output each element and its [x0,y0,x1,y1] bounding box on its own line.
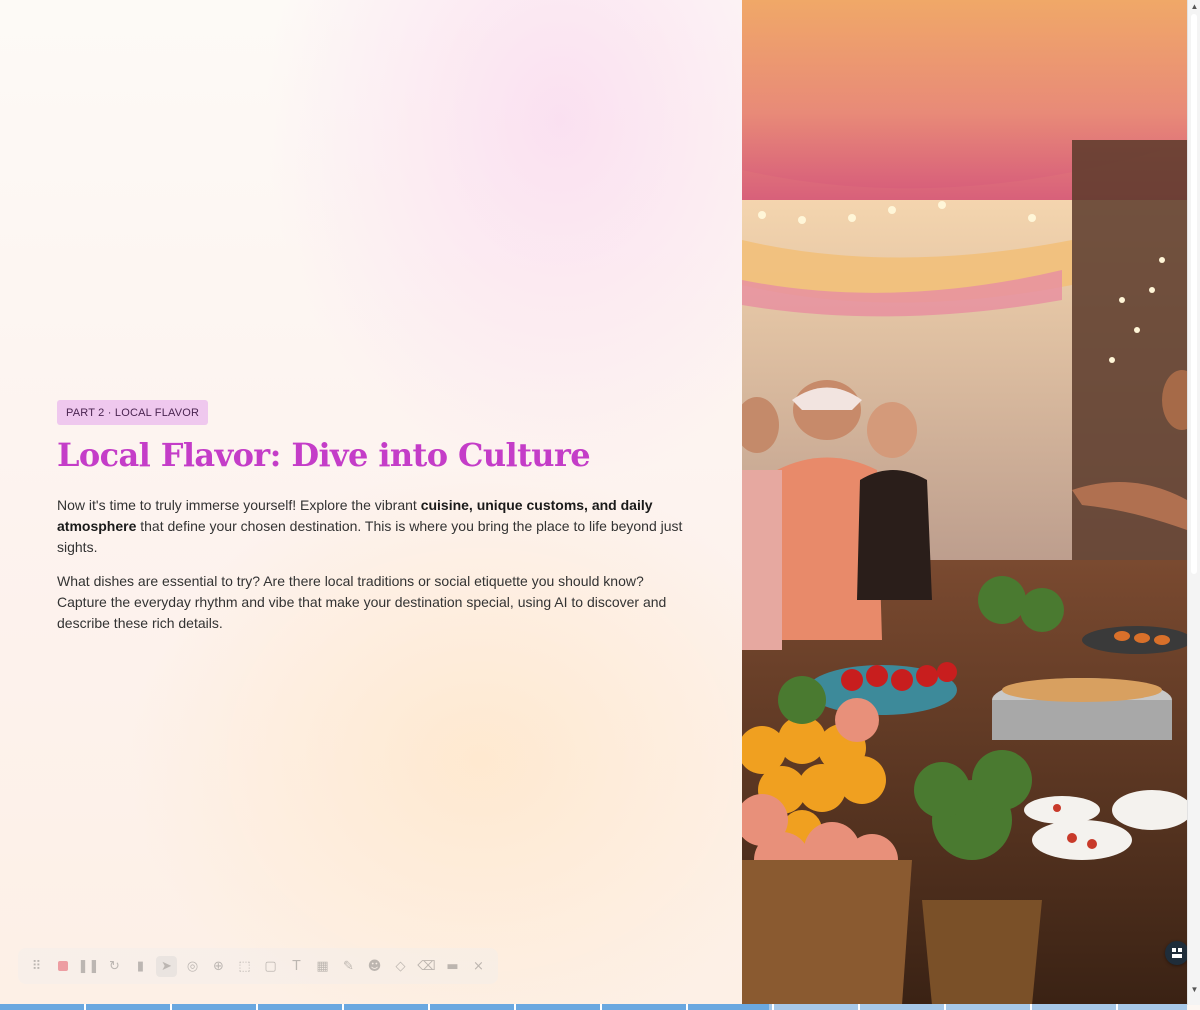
scroll-down-icon[interactable]: ▼ [1190,985,1199,994]
pause-icon[interactable]: ❚❚ [78,956,100,977]
delete-icon[interactable]: ▮ [130,956,151,977]
highlight-cursor-icon[interactable]: ◎ [182,956,203,977]
intro-text-start: Now it's time to truly immerse yourself!… [57,497,421,513]
market-photo-illustration [742,0,1187,1005]
app-logo-icon [1172,948,1182,958]
pointer-icon[interactable]: ➤ [156,955,177,977]
select-icon[interactable]: ⬚ [234,956,255,977]
slide-text-panel: PART 2 · LOCAL FLAVOR Local Flavor: Dive… [0,0,742,1005]
pen-icon[interactable]: ✎ [338,956,359,977]
slide-title: Local Flavor: Dive into Culture [57,436,591,474]
recording-toolbar: ⠿ ❚❚ ↻ ▮ ➤ ◎ ⊕ ⬚ ▢ T ▦ ✎ ☻ ◇ ⌫ ▬ × [18,948,498,984]
scroll-up-icon[interactable]: ▲ [1190,2,1199,11]
restart-icon[interactable]: ↻ [104,956,125,977]
slide-content: PART 2 · LOCAL FLAVOR Local Flavor: Dive… [57,400,697,634]
emoji-icon[interactable]: ☻ [364,956,385,977]
slide-app-button[interactable] [1165,941,1189,965]
section-tag: PART 2 · LOCAL FLAVOR [57,400,209,425]
slide-progress-fill [0,1004,770,1010]
zoom-icon[interactable]: ⊕ [208,956,229,977]
vertical-scrollbar[interactable]: ▲ ▼ [1187,0,1200,1005]
market-photo [742,0,1187,1005]
drag-handle-icon[interactable]: ⠿ [26,956,47,977]
questions-paragraph: What dishes are essential to try? Are th… [57,573,667,631]
clear-icon[interactable]: ⌫ [416,956,437,977]
shape-icon[interactable]: ▢ [260,956,281,977]
camera-icon[interactable]: ▬ [442,956,463,977]
text-icon[interactable]: T [286,956,307,977]
scroll-thumb[interactable] [1191,14,1197,574]
intro-paragraph: Now it's time to truly immerse yourself!… [57,495,697,558]
record-icon[interactable] [52,956,73,977]
intro-text-end: that define your chosen destination. Thi… [57,518,683,555]
eraser-icon[interactable]: ◇ [390,956,411,977]
close-icon[interactable]: × [468,956,489,977]
grid-icon[interactable]: ▦ [312,956,333,977]
slide-progress-bar [0,1004,1187,1010]
